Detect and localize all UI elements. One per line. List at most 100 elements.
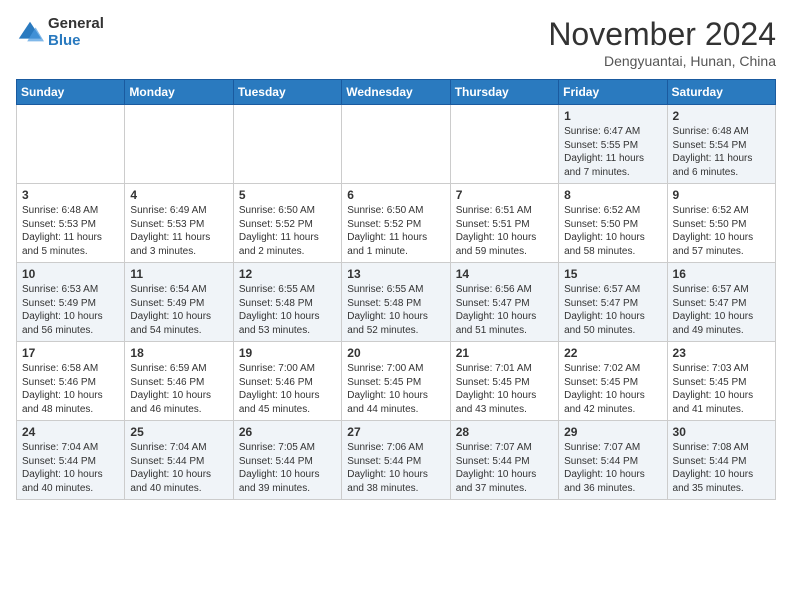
calendar-cell: 24Sunrise: 7:04 AM Sunset: 5:44 PM Dayli… [17,421,125,500]
day-info: Sunrise: 7:02 AM Sunset: 5:45 PM Dayligh… [564,362,661,416]
calendar-cell: 17Sunrise: 6:58 AM Sunset: 5:46 PM Dayli… [17,342,125,421]
day-info: Sunrise: 6:53 AM Sunset: 5:49 PM Dayligh… [22,283,119,337]
calendar-table: Sunday Monday Tuesday Wednesday Thursday… [16,79,776,500]
day-info: Sunrise: 6:55 AM Sunset: 5:48 PM Dayligh… [347,283,444,337]
day-number: 14 [456,267,553,281]
calendar-cell: 21 Sunrise: 7:01 AM Sunset: 5:45 PM Dayli… [450,342,558,421]
day-number: 23 [673,346,770,360]
day-number: 22 [564,346,661,360]
day-number: 11 [130,267,227,281]
calendar-week-5: 24 Sunrise: 7:04 AM Sunset: 5:44 PM Dayli… [17,421,776,500]
day-info: Sunrise: 7:01 AM Sunset: 5:45 PM Dayligh… [456,362,553,416]
day-info: Sunrise: 6:49 AM Sunset: 5:53 PM Dayligh… [130,204,227,258]
day-number: 30 [673,425,770,439]
day-info: Sunrise: 6:48 AM Sunset: 5:53 PM Dayligh… [22,204,119,258]
day-info: Sunrise: 6:56 AM Sunset: 5:47 PM Dayligh… [456,283,553,337]
day-number: 9 [673,188,770,202]
day-info: Sunrise: 6:52 AM Sunset: 5:50 PM Dayligh… [564,204,661,258]
logo-blue-text: Blue [48,33,104,50]
title-block: November 2024 Dengyuantai, Hunan, China [548,16,776,69]
calendar-cell: 25Sunrise: 7:04 AM Sunset: 5:44 PM Dayli… [125,421,233,500]
day-number: 20 [347,346,444,360]
day-number: 8 [564,188,661,202]
day-number: 2 [673,109,770,123]
logo-icon [16,19,44,47]
day-info: Sunrise: 7:08 AM Sunset: 5:44 PM Dayligh… [673,441,770,495]
day-number: 18 [130,346,227,360]
location-text: Dengyuantai, Hunan, China [548,53,776,69]
day-number: 6 [347,188,444,202]
calendar-cell: 4 Sunrise: 6:49 AM Sunset: 5:53 PM Daylig… [125,184,233,263]
calendar-cell: 15Sunrise: 6:57 AM Sunset: 5:47 PM Dayli… [559,263,667,342]
calendar-cell: 10 Sunrise: 6:53 AM Sunset: 5:49 PM Dayli… [17,263,125,342]
calendar-week-4: 17Sunrise: 6:58 AM Sunset: 5:46 PM Dayli… [17,342,776,421]
calendar-cell: 22 Sunrise: 7:02 AM Sunset: 5:45 PM Dayli… [559,342,667,421]
day-number: 12 [239,267,336,281]
calendar-cell: 26 Sunrise: 7:05 AM Sunset: 5:44 PM Dayli… [233,421,341,500]
col-monday: Monday [125,80,233,105]
day-number: 29 [564,425,661,439]
month-title: November 2024 [548,16,776,53]
day-info: Sunrise: 7:07 AM Sunset: 5:44 PM Dayligh… [456,441,553,495]
day-number: 5 [239,188,336,202]
day-info: Sunrise: 6:47 AM Sunset: 5:55 PM Dayligh… [564,125,661,179]
calendar-cell: 11 Sunrise: 6:54 AM Sunset: 5:49 PM Dayli… [125,263,233,342]
calendar-body: 1Sunrise: 6:47 AM Sunset: 5:55 PM Daylig… [17,105,776,500]
day-number: 16 [673,267,770,281]
calendar-header: Sunday Monday Tuesday Wednesday Thursday… [17,80,776,105]
calendar-cell: 1Sunrise: 6:47 AM Sunset: 5:55 PM Daylig… [559,105,667,184]
col-friday: Friday [559,80,667,105]
day-number: 27 [347,425,444,439]
calendar-cell: 29 Sunrise: 7:07 AM Sunset: 5:44 PM Dayli… [559,421,667,500]
day-number: 21 [456,346,553,360]
col-wednesday: Wednesday [342,80,450,105]
day-info: Sunrise: 7:00 AM Sunset: 5:45 PM Dayligh… [347,362,444,416]
day-info: Sunrise: 6:48 AM Sunset: 5:54 PM Dayligh… [673,125,770,179]
calendar-cell [233,105,341,184]
col-saturday: Saturday [667,80,775,105]
calendar-cell: 13 Sunrise: 6:55 AM Sunset: 5:48 PM Dayli… [342,263,450,342]
calendar-cell: 2 Sunrise: 6:48 AM Sunset: 5:54 PM Daylig… [667,105,775,184]
calendar-cell: 28 Sunrise: 7:07 AM Sunset: 5:44 PM Dayli… [450,421,558,500]
logo-general-text: General [48,16,104,33]
day-info: Sunrise: 6:57 AM Sunset: 5:47 PM Dayligh… [673,283,770,337]
calendar-cell: 16 Sunrise: 6:57 AM Sunset: 5:47 PM Dayli… [667,263,775,342]
day-info: Sunrise: 7:04 AM Sunset: 5:44 PM Dayligh… [130,441,227,495]
calendar-week-3: 10 Sunrise: 6:53 AM Sunset: 5:49 PM Dayli… [17,263,776,342]
day-info: Sunrise: 7:07 AM Sunset: 5:44 PM Dayligh… [564,441,661,495]
day-info: Sunrise: 7:05 AM Sunset: 5:44 PM Dayligh… [239,441,336,495]
day-info: Sunrise: 6:50 AM Sunset: 5:52 PM Dayligh… [239,204,336,258]
calendar-cell [342,105,450,184]
calendar-cell: 14 Sunrise: 6:56 AM Sunset: 5:47 PM Dayli… [450,263,558,342]
day-info: Sunrise: 6:54 AM Sunset: 5:49 PM Dayligh… [130,283,227,337]
col-sunday: Sunday [17,80,125,105]
day-info: Sunrise: 6:51 AM Sunset: 5:51 PM Dayligh… [456,204,553,258]
day-info: Sunrise: 7:06 AM Sunset: 5:44 PM Dayligh… [347,441,444,495]
calendar-week-1: 1Sunrise: 6:47 AM Sunset: 5:55 PM Daylig… [17,105,776,184]
day-number: 28 [456,425,553,439]
day-info: Sunrise: 6:58 AM Sunset: 5:46 PM Dayligh… [22,362,119,416]
day-info: Sunrise: 6:59 AM Sunset: 5:46 PM Dayligh… [130,362,227,416]
col-thursday: Thursday [450,80,558,105]
day-number: 4 [130,188,227,202]
calendar-cell: 20 Sunrise: 7:00 AM Sunset: 5:45 PM Dayli… [342,342,450,421]
calendar-week-2: 3Sunrise: 6:48 AM Sunset: 5:53 PM Daylig… [17,184,776,263]
calendar-cell [450,105,558,184]
calendar-cell: 27 Sunrise: 7:06 AM Sunset: 5:44 PM Dayli… [342,421,450,500]
calendar-cell: 5 Sunrise: 6:50 AM Sunset: 5:52 PM Daylig… [233,184,341,263]
day-number: 19 [239,346,336,360]
calendar-cell: 12Sunrise: 6:55 AM Sunset: 5:48 PM Dayli… [233,263,341,342]
day-number: 10 [22,267,119,281]
day-number: 15 [564,267,661,281]
day-info: Sunrise: 6:50 AM Sunset: 5:52 PM Dayligh… [347,204,444,258]
day-number: 13 [347,267,444,281]
col-tuesday: Tuesday [233,80,341,105]
logo-text: General Blue [48,16,104,49]
day-info: Sunrise: 7:00 AM Sunset: 5:46 PM Dayligh… [239,362,336,416]
day-number: 26 [239,425,336,439]
logo: General Blue [16,16,104,49]
day-number: 7 [456,188,553,202]
calendar-cell [17,105,125,184]
day-number: 24 [22,425,119,439]
page-header: General Blue November 2024 Dengyuantai, … [16,16,776,69]
